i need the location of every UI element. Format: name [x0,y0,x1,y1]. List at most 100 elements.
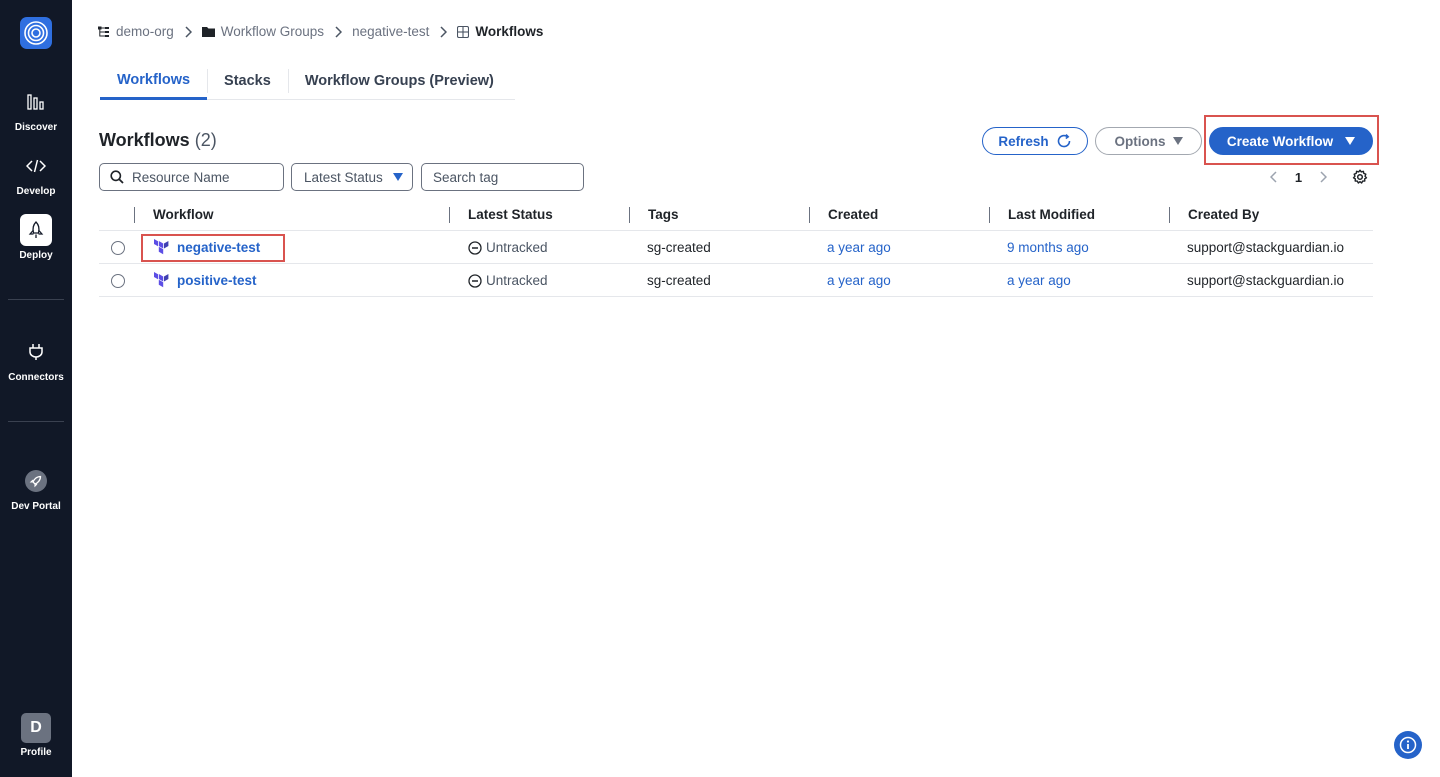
column-header-latest-status[interactable]: Latest Status [468,198,553,231]
workflow-count: (2) [194,130,217,150]
nav-develop-label: Develop [16,186,56,197]
options-button[interactable]: Options [1095,127,1202,155]
chevron-right-icon [1320,171,1327,183]
search-tag-placeholder: Search tag [433,169,499,185]
table-settings-button[interactable] [1351,168,1369,186]
code-icon [20,150,52,182]
row-select-radio[interactable] [111,274,125,288]
chevron-right-icon [439,25,448,38]
column-header-tags[interactable]: Tags [648,198,679,231]
nav-connectors[interactable]: Connectors [0,336,72,383]
workflows-table: Workflow Latest Status Tags Created Last… [99,198,1373,297]
chevron-left-icon [1270,171,1277,183]
tab-workflows[interactable]: Workflows [100,66,208,100]
caret-down-icon [1172,137,1183,145]
breadcrumb-label: Workflow Groups [220,24,325,39]
breadcrumb-label: demo-org [116,24,174,39]
column-divider[interactable] [449,207,450,223]
resource-name-placeholder: Resource Name [132,169,230,185]
refresh-icon [1057,133,1070,148]
column-header-workflow[interactable]: Workflow [153,198,214,231]
folder-icon [201,26,215,37]
plug-icon [20,336,52,368]
breadcrumb-item-org[interactable]: demo-org [98,24,174,39]
breadcrumb-label: Workflows [475,24,544,39]
concentric-circles-icon [24,21,48,45]
breadcrumb-item-workflow-groups[interactable]: Workflow Groups [201,24,325,39]
portal-rocket-icon [20,465,52,497]
gear-icon [1352,169,1368,184]
avatar: D [21,713,51,743]
row-select-radio[interactable] [111,241,125,255]
nav-dev-portal[interactable]: Dev Portal [0,465,72,512]
last-modified-cell[interactable]: a year ago [1007,264,1071,297]
created-by-cell: support@stackguardian.io [1187,273,1345,288]
column-header-created[interactable]: Created [828,198,878,231]
column-header-last-modified[interactable]: Last Modified [1008,198,1095,231]
nav-develop[interactable]: Develop [0,150,72,197]
tab-bar: Workflows Stacks Workflow Groups (Previe… [100,66,515,100]
status-cell: Untracked [468,264,548,297]
org-tree-icon [98,26,110,38]
column-divider[interactable] [1169,207,1170,223]
nav-discover[interactable]: Discover [0,86,72,133]
column-divider [134,207,135,223]
current-page[interactable]: 1 [1282,170,1315,185]
created-by-cell: support@stackguardian.io [1187,240,1345,255]
last-modified-cell[interactable]: 9 months ago [1007,231,1089,264]
app-logo[interactable] [20,17,52,49]
search-icon [110,170,124,184]
breadcrumb-item-current: Workflows [457,24,543,39]
nav-dev-portal-label: Dev Portal [11,501,61,512]
breadcrumb-label: negative-test [352,24,430,39]
tab-stacks[interactable]: Stacks [207,66,288,100]
help-button[interactable] [1394,731,1422,759]
table-header: Workflow Latest Status Tags Created Last… [99,198,1373,231]
terraform-icon [154,272,169,288]
column-divider[interactable] [809,207,810,223]
status-badge: Untracked [486,273,548,288]
nav-discover-label: Discover [14,122,58,133]
resource-name-input[interactable]: Resource Name [99,163,284,191]
created-cell[interactable]: a year ago [827,231,891,264]
prev-page-button[interactable] [1266,168,1282,186]
info-icon [1399,736,1417,754]
grid-icon [457,25,470,38]
status-badge: Untracked [486,240,548,255]
nav-deploy-label: Deploy [19,250,53,261]
breadcrumb: demo-org Workflow Groups negative-test W… [98,24,543,39]
minus-circle-icon [468,273,482,288]
refresh-button[interactable]: Refresh [982,127,1088,155]
bar-chart-icon [20,86,52,118]
tags-cell: sg-created [647,273,711,288]
highlight-box [1204,115,1379,165]
latest-status-select[interactable]: Latest Status [291,163,413,191]
minus-circle-icon [468,240,482,255]
pagination: 1 [1266,168,1331,186]
nav-connectors-label: Connectors [8,372,64,383]
sidebar: Discover Develop Deploy Connectors Dev P… [0,0,72,777]
highlight-box [141,234,285,262]
search-tag-input[interactable]: Search tag [421,163,584,191]
rocket-icon [20,214,52,246]
next-page-button[interactable] [1315,168,1331,186]
nav-divider [8,299,64,300]
created-cell[interactable]: a year ago [827,264,891,297]
options-label: Options [1114,133,1166,149]
column-divider[interactable] [629,207,630,223]
page-title-text: Workflows [99,130,190,150]
page-title: Workflows (2) [99,130,217,151]
tab-workflow-groups[interactable]: Workflow Groups (Preview) [287,66,511,100]
nav-profile[interactable]: D Profile [0,713,72,758]
column-divider[interactable] [989,207,990,223]
breadcrumb-item-group[interactable]: negative-test [352,24,429,39]
nav-deploy[interactable]: Deploy [0,214,72,261]
chevron-right-icon [184,25,192,38]
refresh-label: Refresh [998,133,1049,149]
workflow-link[interactable]: positive-test [177,273,257,288]
status-cell: Untracked [468,231,548,264]
table-row: positive-test Untracked sg-created a yea… [99,264,1373,297]
nav-divider [8,421,64,422]
column-header-created-by[interactable]: Created By [1188,198,1259,231]
latest-status-label: Latest Status [304,169,383,185]
